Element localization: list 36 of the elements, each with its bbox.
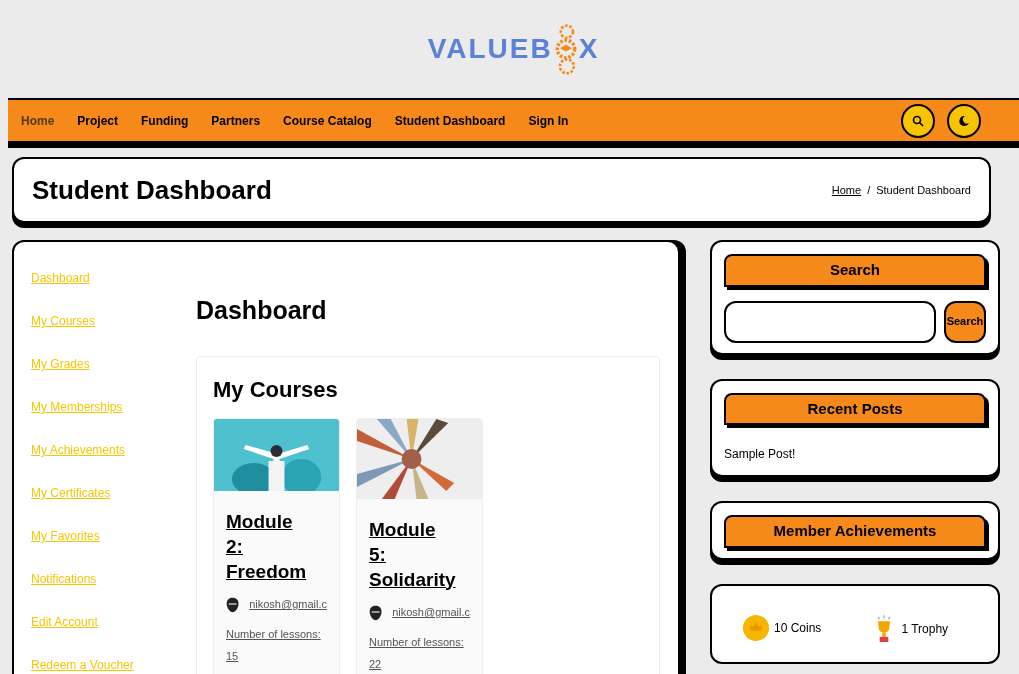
widget-title: Recent Posts bbox=[724, 392, 986, 425]
breadcrumb-link[interactable]: Home bbox=[831, 181, 862, 199]
lessons-count: 22 bbox=[369, 657, 383, 672]
search-icon bbox=[912, 114, 924, 127]
nav-link[interactable]: Funding bbox=[141, 111, 189, 130]
nav-link[interactable]: Course Catalog bbox=[283, 111, 372, 130]
moon-icon bbox=[958, 114, 970, 127]
course-title[interactable]: Module 2: Freedom bbox=[226, 508, 307, 584]
search-button[interactable] bbox=[901, 103, 935, 138]
achievement-label: 1 Trophy bbox=[901, 620, 949, 638]
nav-link[interactable]: Project bbox=[77, 111, 119, 130]
widget-title: Member Achievements bbox=[724, 515, 986, 548]
coin-icon bbox=[742, 613, 770, 642]
lessons-label: Number of lessons: bbox=[369, 634, 465, 650]
logo-text: VALUEB bbox=[427, 32, 553, 66]
lessons-count: 15 bbox=[226, 649, 240, 664]
section-heading: My Courses bbox=[213, 375, 339, 404]
nav-link[interactable]: Partners bbox=[211, 111, 261, 130]
nav-link[interactable]: Student Dashboard bbox=[394, 111, 506, 130]
breadcrumb-separator: / bbox=[867, 182, 871, 198]
dashboard-heading: Dashboard bbox=[196, 295, 328, 326]
logo-text: X bbox=[578, 32, 600, 66]
post-link[interactable]: Sample Post! bbox=[724, 445, 986, 463]
achievement-label: 10 Coins bbox=[774, 619, 822, 637]
dark-mode-button[interactable] bbox=[947, 103, 981, 138]
search-field[interactable] bbox=[724, 300, 936, 343]
course-title[interactable]: Module 5: Solidarity bbox=[369, 516, 456, 592]
author-link[interactable]: nikosh@gmail.c bbox=[392, 604, 470, 621]
lessons-label: Number of lessons: bbox=[226, 626, 322, 642]
page-title: Student Dashboard bbox=[32, 173, 272, 207]
author-link[interactable]: nikosh@gmail.c bbox=[249, 596, 327, 613]
nav-link[interactable]: Home bbox=[21, 111, 55, 130]
nav-link[interactable]: Sign In bbox=[528, 111, 569, 130]
breadcrumb-current: Student Dashboard bbox=[876, 182, 971, 198]
search-submit-button[interactable]: Search bbox=[944, 300, 986, 343]
widget-title: Search bbox=[724, 254, 986, 287]
